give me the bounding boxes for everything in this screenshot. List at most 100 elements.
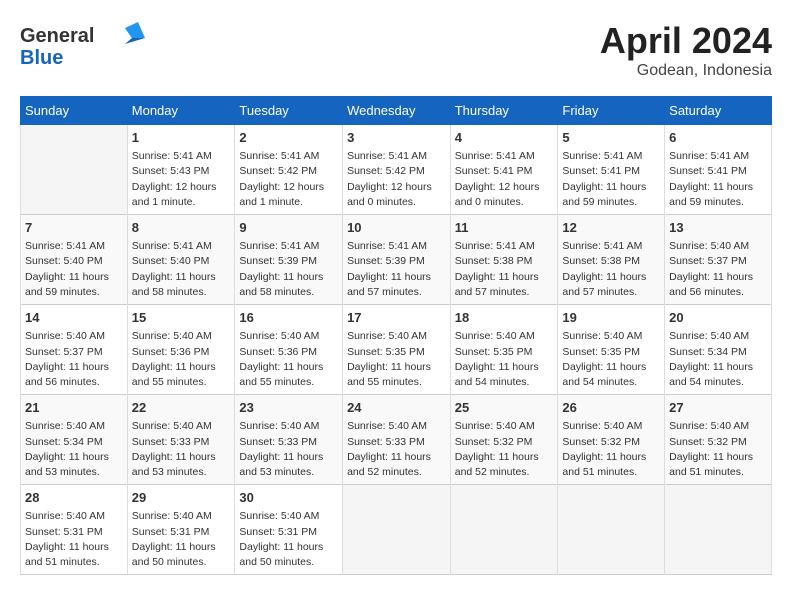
day-info: Daylight: 11 hours (455, 360, 554, 375)
day-info: Daylight: 11 hours (132, 360, 231, 375)
day-info: Sunset: 5:37 PM (669, 254, 767, 269)
day-info: Sunrise: 5:40 AM (669, 419, 767, 434)
day-info: Sunrise: 5:40 AM (132, 329, 231, 344)
day-cell: 5Sunrise: 5:41 AMSunset: 5:41 PMDaylight… (558, 125, 665, 215)
day-number: 22 (132, 399, 231, 417)
day-info: Daylight: 11 hours (562, 450, 660, 465)
day-info: Sunset: 5:34 PM (669, 345, 767, 360)
day-info: Daylight: 11 hours (239, 540, 338, 555)
day-cell: 10Sunrise: 5:41 AMSunset: 5:39 PMDayligh… (343, 215, 451, 305)
day-info: Sunset: 5:42 PM (347, 164, 446, 179)
column-header-friday: Friday (558, 97, 665, 125)
day-cell (665, 485, 772, 575)
day-info: Sunrise: 5:41 AM (669, 149, 767, 164)
day-info: and 54 minutes. (669, 375, 767, 390)
day-info: Sunset: 5:33 PM (132, 435, 231, 450)
day-info: Daylight: 11 hours (132, 270, 231, 285)
day-info: Sunset: 5:38 PM (562, 254, 660, 269)
day-info: Sunrise: 5:41 AM (239, 149, 338, 164)
day-info: Daylight: 12 hours (239, 180, 338, 195)
day-number: 16 (239, 309, 338, 327)
day-info: Sunrise: 5:40 AM (239, 509, 338, 524)
day-info: Sunrise: 5:40 AM (347, 419, 446, 434)
day-cell: 15Sunrise: 5:40 AMSunset: 5:36 PMDayligh… (127, 305, 235, 395)
day-cell: 26Sunrise: 5:40 AMSunset: 5:32 PMDayligh… (558, 395, 665, 485)
column-header-tuesday: Tuesday (235, 97, 343, 125)
day-number: 30 (239, 489, 338, 507)
day-info: Sunset: 5:32 PM (562, 435, 660, 450)
day-cell: 29Sunrise: 5:40 AMSunset: 5:31 PMDayligh… (127, 485, 235, 575)
day-info: Sunset: 5:41 PM (562, 164, 660, 179)
week-row-2: 7Sunrise: 5:41 AMSunset: 5:40 PMDaylight… (21, 215, 772, 305)
day-cell: 27Sunrise: 5:40 AMSunset: 5:32 PMDayligh… (665, 395, 772, 485)
day-info: and 53 minutes. (132, 465, 231, 480)
day-cell: 19Sunrise: 5:40 AMSunset: 5:35 PMDayligh… (558, 305, 665, 395)
day-cell: 11Sunrise: 5:41 AMSunset: 5:38 PMDayligh… (450, 215, 558, 305)
day-info: and 52 minutes. (455, 465, 554, 480)
week-row-5: 28Sunrise: 5:40 AMSunset: 5:31 PMDayligh… (21, 485, 772, 575)
day-number: 26 (562, 399, 660, 417)
day-cell: 3Sunrise: 5:41 AMSunset: 5:42 PMDaylight… (343, 125, 451, 215)
day-info: Sunset: 5:31 PM (25, 525, 123, 540)
day-info: Daylight: 11 hours (669, 180, 767, 195)
day-info: Sunset: 5:31 PM (132, 525, 231, 540)
day-info: Daylight: 11 hours (669, 360, 767, 375)
day-info: Sunset: 5:34 PM (25, 435, 123, 450)
day-number: 13 (669, 219, 767, 237)
day-cell (343, 485, 451, 575)
day-info: Daylight: 11 hours (132, 540, 231, 555)
day-info: Sunrise: 5:40 AM (347, 329, 446, 344)
day-cell: 18Sunrise: 5:40 AMSunset: 5:35 PMDayligh… (450, 305, 558, 395)
day-info: and 56 minutes. (25, 375, 123, 390)
day-number: 14 (25, 309, 123, 327)
day-info: and 0 minutes. (455, 195, 554, 210)
day-info: Sunrise: 5:41 AM (25, 239, 123, 254)
day-info: Daylight: 11 hours (347, 270, 446, 285)
day-info: Sunrise: 5:41 AM (562, 239, 660, 254)
day-info: Daylight: 11 hours (347, 360, 446, 375)
day-number: 27 (669, 399, 767, 417)
day-number: 20 (669, 309, 767, 327)
day-number: 25 (455, 399, 554, 417)
day-info: Sunrise: 5:40 AM (562, 329, 660, 344)
day-info: Daylight: 11 hours (25, 450, 123, 465)
day-number: 5 (562, 129, 660, 147)
day-info: Sunset: 5:31 PM (239, 525, 338, 540)
day-cell: 24Sunrise: 5:40 AMSunset: 5:33 PMDayligh… (343, 395, 451, 485)
day-info: and 59 minutes. (25, 285, 123, 300)
day-cell: 23Sunrise: 5:40 AMSunset: 5:33 PMDayligh… (235, 395, 343, 485)
day-number: 19 (562, 309, 660, 327)
day-info: and 58 minutes. (239, 285, 338, 300)
day-info: and 51 minutes. (25, 555, 123, 570)
day-number: 7 (25, 219, 123, 237)
day-cell: 2Sunrise: 5:41 AMSunset: 5:42 PMDaylight… (235, 125, 343, 215)
day-info: Sunset: 5:33 PM (347, 435, 446, 450)
day-info: and 59 minutes. (562, 195, 660, 210)
day-number: 21 (25, 399, 123, 417)
day-info: Daylight: 11 hours (239, 270, 338, 285)
column-header-saturday: Saturday (665, 97, 772, 125)
day-cell: 22Sunrise: 5:40 AMSunset: 5:33 PMDayligh… (127, 395, 235, 485)
day-info: Daylight: 11 hours (239, 360, 338, 375)
day-info: and 53 minutes. (25, 465, 123, 480)
day-cell: 12Sunrise: 5:41 AMSunset: 5:38 PMDayligh… (558, 215, 665, 305)
day-info: Sunrise: 5:40 AM (25, 419, 123, 434)
title-location: Godean, Indonesia (600, 62, 772, 80)
day-number: 23 (239, 399, 338, 417)
day-number: 10 (347, 219, 446, 237)
day-info: Sunrise: 5:40 AM (455, 419, 554, 434)
day-cell: 13Sunrise: 5:40 AMSunset: 5:37 PMDayligh… (665, 215, 772, 305)
day-cell: 9Sunrise: 5:41 AMSunset: 5:39 PMDaylight… (235, 215, 343, 305)
day-info: Sunset: 5:41 PM (455, 164, 554, 179)
column-headers: SundayMondayTuesdayWednesdayThursdayFrid… (21, 97, 772, 125)
day-info: and 59 minutes. (669, 195, 767, 210)
day-info: Sunset: 5:42 PM (239, 164, 338, 179)
day-cell: 20 Sunrise: 5:40 AMSunset: 5:34 PMDayligh… (665, 305, 772, 395)
day-info: Sunrise: 5:40 AM (132, 419, 231, 434)
day-info: Daylight: 11 hours (25, 360, 123, 375)
day-info: Sunrise: 5:40 AM (669, 329, 767, 344)
day-cell (21, 125, 128, 215)
day-info: and 50 minutes. (239, 555, 338, 570)
day-info: Daylight: 11 hours (562, 270, 660, 285)
day-info: Sunset: 5:35 PM (455, 345, 554, 360)
